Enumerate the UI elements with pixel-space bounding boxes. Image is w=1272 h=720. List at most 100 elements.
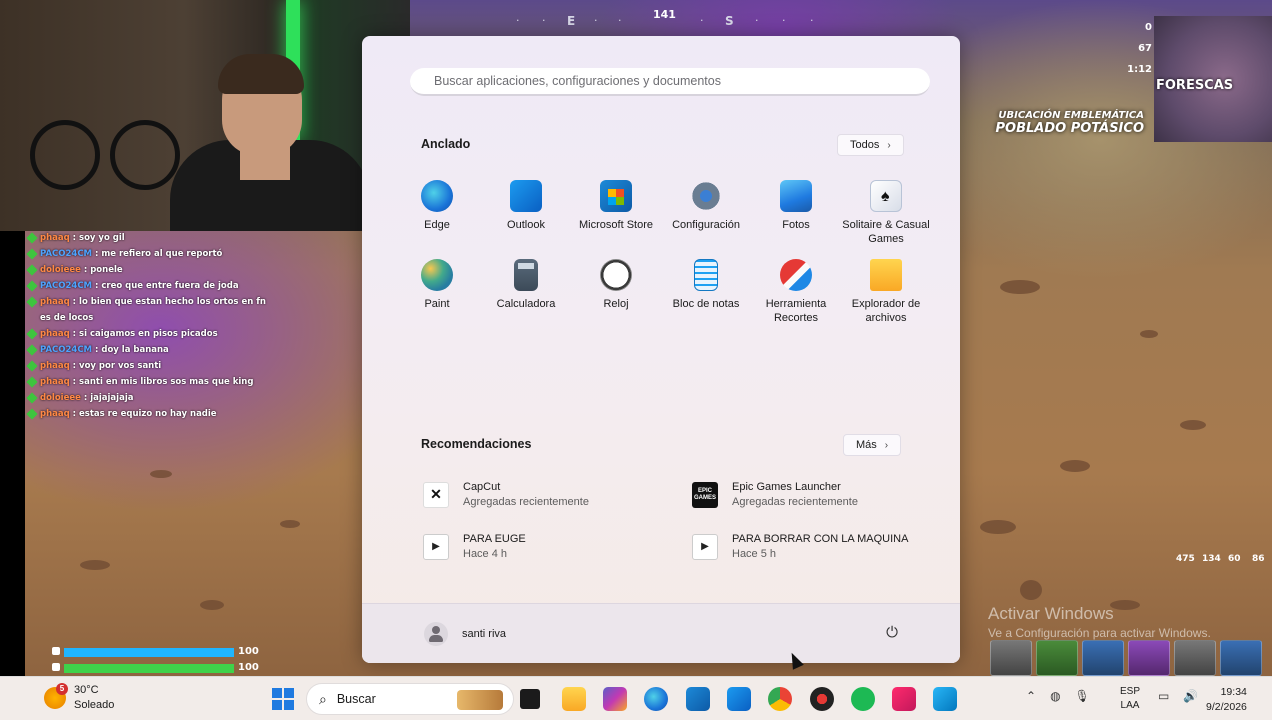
outlook-icon[interactable] — [727, 687, 751, 711]
pinned-app-file-explorer[interactable]: Explorador de archivos — [841, 259, 931, 325]
chat-text: doy la banana — [101, 345, 169, 355]
shield-icon — [52, 647, 60, 655]
language-secondary: LAA — [1120, 700, 1140, 711]
taskbar-search[interactable]: ⌕ Buscar — [306, 683, 514, 715]
taskbar-clock[interactable]: 19:34 9/2/2026 — [1206, 685, 1247, 715]
pinned-app-settings[interactable]: Configuración — [661, 180, 751, 232]
chrome-icon[interactable] — [768, 687, 792, 711]
bicycle-wheel-icon — [110, 120, 180, 190]
shield-fill — [64, 648, 234, 657]
shield-bar: 100 — [52, 646, 272, 658]
inventory-slot — [1128, 640, 1170, 676]
edge-icon[interactable] — [644, 687, 668, 711]
inventory-slot — [1220, 640, 1262, 676]
microsoft-365-icon[interactable] — [603, 687, 627, 711]
volume-icon[interactable]: 🔊 — [1183, 689, 1198, 703]
snipping-icon — [780, 259, 812, 291]
notepad-icon — [694, 259, 718, 291]
inventory-bar — [990, 640, 1272, 676]
pinned-app-solitaire[interactable]: ♠ Solitaire & Casual Games — [841, 180, 931, 246]
app-label: Microsoft Store — [579, 219, 653, 231]
recommended-heading: Recomendaciones — [421, 437, 532, 451]
streamer-hair — [218, 54, 304, 94]
more-label: Más — [856, 439, 877, 451]
chat-text: jajajajaja — [90, 393, 134, 403]
chat-message: doloieee : jajajajaja — [26, 390, 268, 406]
chevron-up-icon[interactable]: ⌃ — [1026, 689, 1036, 703]
language-indicator[interactable]: ESP LAA — [1120, 685, 1140, 713]
rec-title: PARA EUGE — [463, 533, 526, 545]
compass-heading: 141 — [653, 8, 676, 21]
rec-title: Epic Games Launcher — [732, 481, 841, 493]
storm-timer: 1:12 — [1127, 64, 1152, 75]
pinned-app-paint[interactable]: Paint — [392, 259, 482, 311]
user-account-button[interactable]: santi riva — [424, 622, 506, 646]
chevron-right-icon: › — [887, 139, 891, 151]
start-search-input[interactable]: Buscar aplicaciones, configuraciones y d… — [410, 68, 930, 96]
chat-username: phaaq — [40, 409, 70, 419]
pinned-app-calculator[interactable]: Calculadora — [481, 259, 571, 311]
weather-widget[interactable]: 5 30°C Soleado — [44, 683, 114, 713]
user-name: santi riva — [462, 628, 507, 640]
app-label: Calculadora — [496, 298, 556, 310]
pinned-app-outlook[interactable]: Outlook — [481, 180, 571, 232]
minimap-label: FORESCAS — [1156, 78, 1234, 93]
ammo-count: 60 — [1228, 554, 1241, 564]
pinned-app-clock[interactable]: Reloj — [571, 259, 661, 311]
chat-message: phaaq : santi en mis libros sos mas que … — [26, 374, 268, 390]
file-explorer-icon[interactable] — [562, 687, 586, 711]
windows-start-icon[interactable] — [272, 688, 294, 710]
settings-icon — [690, 180, 722, 212]
language-primary: ESP — [1120, 686, 1141, 697]
chat-message: phaaq : si caigamos en pisos picados — [26, 326, 268, 342]
ammo-count: 134 — [1202, 554, 1221, 564]
user-avatar-icon — [424, 622, 448, 646]
more-button[interactable]: Más › — [843, 434, 902, 456]
obs-icon[interactable] — [810, 687, 834, 711]
store-icon — [600, 180, 632, 212]
video-file-icon: ▶ — [423, 533, 449, 560]
task-view-icon[interactable] — [520, 689, 540, 709]
microphone-icon[interactable]: 🎙 — [1075, 689, 1090, 703]
chat-text: estas re equizo no hay nadie — [79, 409, 217, 419]
power-button[interactable]: ⏻ — [882, 624, 902, 644]
chat-text: si caigamos en pisos picados — [79, 329, 218, 339]
health-panel: 100 100 — [52, 646, 272, 678]
epic-icon: EPIC GAMES — [692, 481, 718, 508]
network-icon[interactable]: ◍ — [1050, 689, 1060, 703]
edge-icon — [421, 180, 453, 212]
chat-text: soy yo gil — [79, 233, 125, 243]
chat-text: voy por vos santi — [79, 361, 162, 371]
chat-badge-icon — [26, 360, 38, 372]
rec-title: CapCut — [463, 481, 501, 493]
chat-badge-icon — [26, 376, 38, 388]
hud-stats: 0 67 1:12 — [1112, 22, 1152, 85]
recommended-item-para-borrar[interactable]: ▶ PARA BORRAR CON LA MAQUINA Hace 5 h — [692, 533, 908, 560]
pinned-app-store[interactable]: Microsoft Store — [571, 180, 661, 232]
start-menu: Buscar aplicaciones, configuraciones y d… — [362, 36, 960, 663]
chat-badge-icon — [26, 248, 38, 260]
bicycle-wheel-icon — [30, 120, 100, 190]
spotify-icon[interactable] — [851, 687, 875, 711]
chat-message: PACO24CM : doy la banana — [26, 342, 268, 358]
recommended-item-para-euge[interactable]: ▶ PARA EUGE Hace 4 h — [423, 533, 526, 560]
pinned-app-notepad[interactable]: Bloc de notas — [661, 259, 751, 311]
recommended-item-capcut[interactable]: ✕ CapCut Agregadas recientemente — [423, 481, 589, 508]
chat-message: phaaq : soy yo gil — [26, 230, 268, 246]
store-icon[interactable] — [686, 687, 710, 711]
location-banner: UBICACIÓN EMBLEMÁTICA POBLADO POTÁSICO — [962, 110, 1145, 136]
tiktok-icon[interactable] — [892, 687, 916, 711]
recommended-item-epic[interactable]: EPIC GAMES Epic Games Launcher Agregadas … — [692, 481, 858, 508]
location-label: UBICACIÓN EMBLEMÁTICA — [998, 110, 1144, 121]
pinned-app-snipping[interactable]: Herramienta Recortes — [751, 259, 841, 325]
display-icon[interactable]: ▭ — [1158, 689, 1169, 703]
pinned-app-photos[interactable]: Fotos — [751, 180, 841, 232]
all-apps-button[interactable]: Todos › — [837, 134, 904, 156]
app-label: Explorador de archivos — [851, 298, 921, 324]
pinned-app-edge[interactable]: Edge — [392, 180, 482, 232]
fortnite-icon[interactable] — [933, 687, 957, 711]
chat-username: doloieee — [40, 265, 81, 275]
webcam-overlay — [0, 0, 410, 231]
rec-title: PARA BORRAR CON LA MAQUINA — [732, 533, 909, 545]
chat-text: creo que entre fuera de joda — [101, 281, 239, 291]
